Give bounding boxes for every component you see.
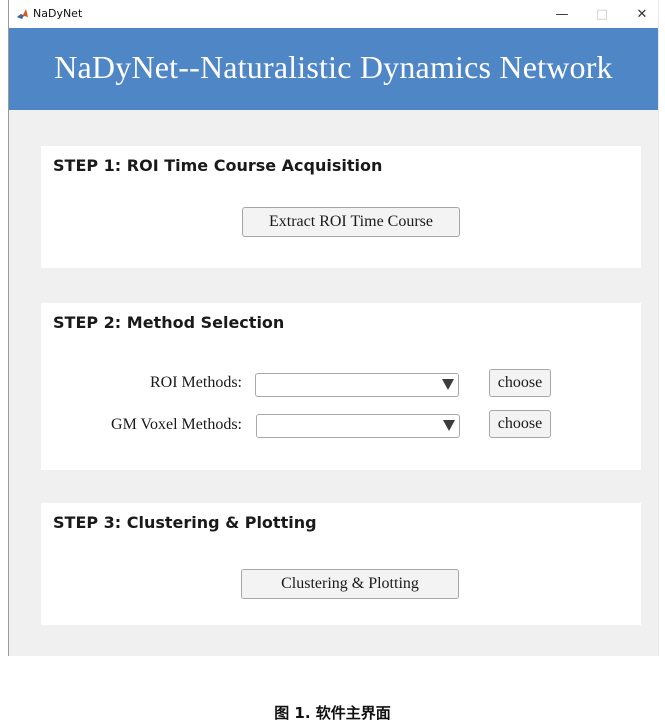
matlab-icon — [16, 8, 29, 21]
gm-choose-button[interactable]: choose — [489, 410, 551, 438]
step2-panel: STEP 2: Method Selection ROI Methods: ch… — [41, 303, 641, 470]
step1-panel: STEP 1: ROI Time Course Acquisition Extr… — [41, 146, 641, 268]
figure-caption: 图 1. 软件主界面 — [274, 704, 391, 722]
step3-panel: STEP 3: Clustering & Plotting Clustering… — [41, 503, 641, 625]
maximize-button[interactable]: □ — [582, 0, 622, 28]
extract-roi-time-course-button[interactable]: Extract ROI Time Course — [242, 207, 460, 237]
window-title: NaDyNet — [33, 7, 83, 20]
step3-title: STEP 3: Clustering & Plotting — [53, 513, 317, 532]
clustering-plotting-button[interactable]: Clustering & Plotting — [241, 569, 459, 599]
dropdown-arrow-icon — [443, 420, 455, 431]
roi-choose-button[interactable]: choose — [489, 369, 551, 397]
close-button[interactable]: ✕ — [622, 0, 658, 28]
dropdown-arrow-icon — [442, 379, 454, 390]
roi-methods-label: ROI Methods: — [150, 374, 242, 391]
gm-voxel-methods-label: GM Voxel Methods: — [111, 416, 242, 433]
title-bar: NaDyNet — □ ✕ — [9, 0, 658, 28]
gm-voxel-methods-dropdown[interactable] — [256, 414, 460, 438]
header-banner: NaDyNet--Naturalistic Dynamics Network — [9, 28, 658, 110]
app-window: NaDyNet — □ ✕ NaDyNet--Naturalistic Dyna… — [8, 0, 659, 656]
step2-title: STEP 2: Method Selection — [53, 313, 285, 332]
app-title: NaDyNet--Naturalistic Dynamics Network — [54, 48, 613, 85]
roi-methods-dropdown[interactable] — [255, 373, 459, 397]
step1-title: STEP 1: ROI Time Course Acquisition — [53, 156, 383, 175]
minimize-button[interactable]: — — [542, 0, 582, 28]
